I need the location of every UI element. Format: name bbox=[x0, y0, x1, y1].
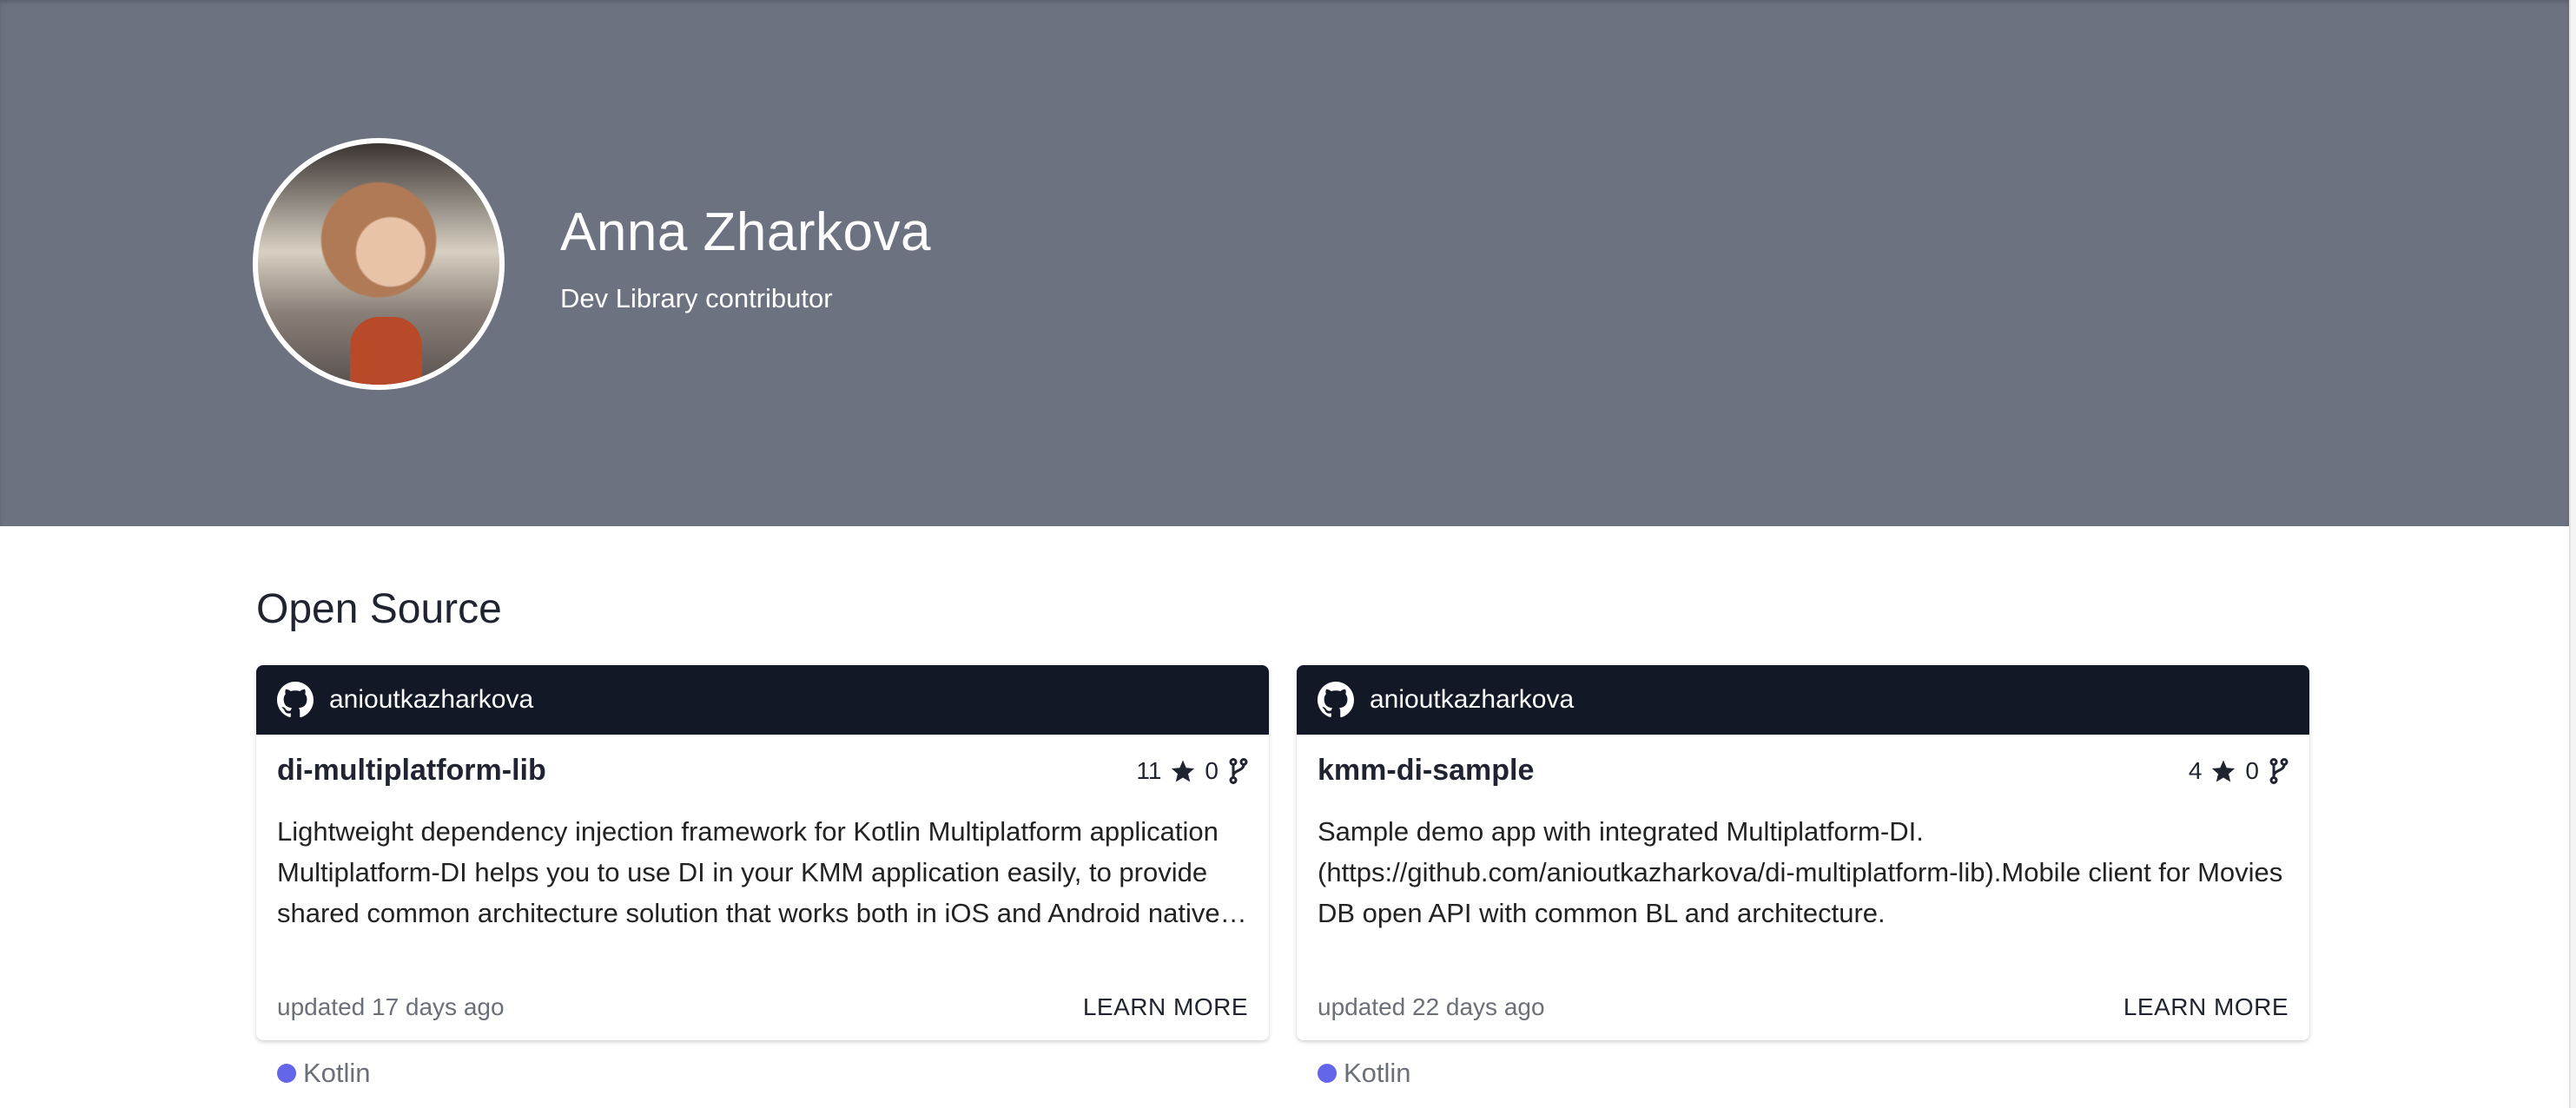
learn-more-button[interactable]: LEARN MORE bbox=[1083, 993, 1248, 1021]
card-header: anioutkazharkova bbox=[256, 665, 1269, 735]
repo-stats: 11 0 bbox=[1136, 757, 1250, 785]
star-icon bbox=[2212, 760, 2236, 782]
repo-card[interactable]: anioutkazharkova kmm-di-sample 4 0 Sampl… bbox=[1297, 665, 2309, 1040]
repo-title[interactable]: di-multiplatform-lib bbox=[277, 754, 546, 788]
language-color-dot bbox=[1318, 1064, 1337, 1083]
profile-name: Anna Zharkova bbox=[560, 202, 931, 262]
repo-description: Lightweight dependency injection framewo… bbox=[277, 816, 1220, 928]
language-tag: Kotlin bbox=[1318, 1058, 1411, 1089]
fork-icon bbox=[1229, 758, 1248, 784]
updated-time: updated 22 days ago bbox=[1318, 993, 1545, 1020]
github-icon bbox=[277, 682, 314, 718]
profile-subtitle: Dev Library contributor bbox=[560, 283, 833, 313]
avatar bbox=[253, 138, 505, 390]
language-tag: Kotlin bbox=[277, 1058, 371, 1089]
star-icon bbox=[1172, 760, 1195, 782]
language-color-dot bbox=[277, 1064, 296, 1083]
star-count: 11 bbox=[1136, 757, 1162, 784]
card-header: anioutkazharkova bbox=[1297, 665, 2309, 735]
updated-time: updated 17 days ago bbox=[277, 993, 505, 1020]
github-icon bbox=[1318, 682, 1354, 718]
learn-more-button[interactable]: LEARN MORE bbox=[2124, 993, 2289, 1021]
language-label: Kotlin bbox=[1344, 1058, 1411, 1088]
repo-card[interactable]: anioutkazharkova di-multiplatform-lib 11… bbox=[256, 665, 1269, 1040]
section-title: Open Source bbox=[256, 586, 502, 632]
profile-header: Anna Zharkova Dev Library contributor bbox=[0, 0, 2569, 526]
star-count: 4 bbox=[2188, 757, 2203, 784]
repo-stats: 4 0 bbox=[2189, 757, 2290, 785]
fork-count: 0 bbox=[2245, 757, 2259, 784]
fork-count: 0 bbox=[1205, 757, 1219, 784]
scrollbar[interactable] bbox=[2569, 0, 2576, 1108]
repo-description: Sample demo app with integrated Multipla… bbox=[1318, 816, 2283, 928]
language-label: Kotlin bbox=[303, 1058, 371, 1088]
avatar-photo-detail bbox=[349, 317, 423, 385]
fork-icon bbox=[2269, 758, 2289, 784]
repo-title[interactable]: kmm-di-sample bbox=[1318, 754, 1534, 788]
repo-owner[interactable]: anioutkazharkova bbox=[329, 685, 533, 715]
repo-owner[interactable]: anioutkazharkova bbox=[1370, 685, 1574, 715]
